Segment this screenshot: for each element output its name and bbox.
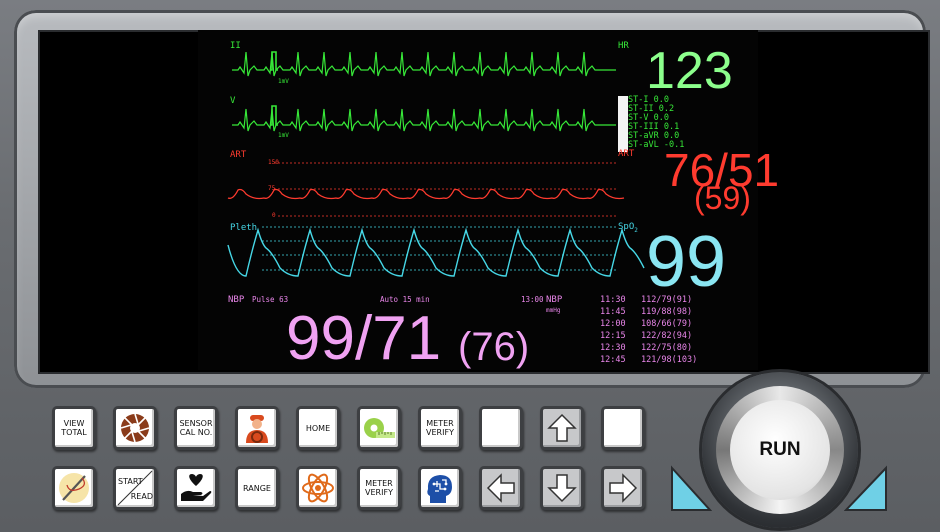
ecg-lead-ii-trace: [232, 51, 616, 77]
meter-verify-button-2[interactable]: METER VERIFY: [357, 466, 401, 510]
art-grid-75: 75: [268, 185, 276, 192]
aperture-button[interactable]: [113, 406, 157, 450]
nbp-trend-row: 12:15 122/82(94): [600, 331, 693, 341]
nbp-time: 13:00: [521, 295, 544, 304]
home-button[interactable]: HOME: [296, 406, 340, 450]
ecg-lead-v-trace: [232, 108, 616, 132]
nbp-mean: (76): [458, 325, 530, 369]
range-button[interactable]: RANGE: [235, 466, 279, 510]
hr-label: HR: [618, 41, 629, 51]
arrow-down-icon: [547, 474, 577, 503]
home-label: HOME: [305, 423, 331, 433]
spo2-value: 99: [646, 222, 727, 302]
camera-aperture-icon: [120, 413, 150, 443]
run-label: RUN: [759, 439, 801, 460]
start-read-button[interactable]: START READ: [113, 466, 157, 510]
patient-monitor-display: II 1mV V 1mV ART 150 75 0 Pleth HR 123 S…: [198, 30, 779, 373]
start-read-divider: [117, 470, 153, 506]
right-arrow-button[interactable]: [601, 466, 645, 510]
brain-head-icon: [427, 475, 452, 503]
nbp-label: NBP: [228, 295, 245, 305]
ecg-lead-ii-scale: 1mV: [278, 78, 289, 85]
heart-hand-icon: [181, 474, 212, 501]
meter-verify-button-1[interactable]: METER VERIFY: [418, 406, 462, 450]
nbp-mode: Auto 15 min: [380, 295, 430, 304]
meter-verify-label: METER VERIFY: [426, 419, 454, 437]
view-total-button[interactable]: VIEW TOTAL: [52, 406, 96, 450]
down-arrow-button[interactable]: [540, 466, 584, 510]
art-numeric-label: ART: [618, 149, 635, 159]
run-button[interactable]: RUN: [730, 400, 830, 500]
blank-button-1[interactable]: [479, 406, 523, 450]
art-trace: [227, 188, 625, 200]
arrow-left-icon: [486, 473, 515, 503]
ecg-lead-v-scale: 1mV: [278, 132, 289, 139]
hr-value: 123: [646, 42, 733, 100]
nbp-trend-row: 12:45 121/98(103): [600, 355, 698, 365]
art-mean: (59): [694, 180, 751, 216]
nbp-unit: mmHg: [546, 307, 561, 314]
art-wave-label: ART: [230, 150, 247, 160]
left-arrow-button[interactable]: [479, 466, 523, 510]
st-indicator-bar: [618, 96, 628, 152]
read-label: READ: [130, 492, 153, 501]
tape-measure-button[interactable]: [357, 406, 401, 450]
run-dial[interactable]: RUN: [702, 372, 858, 528]
sensor-cal-button[interactable]: SENSOR CAL NO.: [174, 406, 218, 450]
needle-button[interactable]: [52, 466, 96, 510]
nbp-pulse: Pulse 63: [252, 295, 289, 304]
brain-button[interactable]: [418, 466, 462, 510]
atom-icon: [302, 473, 334, 503]
ecg-lead-v-label: V: [230, 96, 236, 106]
ecg-lead-ii-label: II: [230, 41, 241, 51]
needle-thread-icon: [59, 473, 89, 503]
pleth-trace: [227, 227, 645, 277]
up-arrow-button[interactable]: [540, 406, 584, 450]
device-body: II 1mV V 1mV ART 150 75 0 Pleth HR 123 S…: [0, 0, 940, 532]
arrow-right-icon: [609, 473, 638, 503]
tape-measure-icon: [364, 418, 395, 438]
worker-button[interactable]: [235, 406, 279, 450]
heart-hand-button[interactable]: [174, 466, 218, 510]
art-grid-0: 0: [272, 212, 276, 219]
art-grid-150: 150: [268, 159, 279, 166]
run-dial-ring: RUN: [716, 386, 844, 514]
spo2-label: SpO2: [618, 222, 638, 234]
sensor-cal-label: SENSOR CAL NO.: [179, 419, 213, 437]
nbp-trend-row: 12:30 122/75(80): [600, 343, 693, 353]
worker-icon: [246, 415, 268, 443]
arrow-up-icon: [547, 413, 577, 442]
nbp-trend-row: 12:00 108/66(79): [600, 319, 693, 329]
meter-verify-label: METER VERIFY: [365, 479, 393, 497]
start-label: START: [118, 477, 143, 486]
view-total-label: VIEW TOTAL: [61, 419, 87, 437]
nbp-value: 99/71: [286, 304, 442, 373]
nbp-trend-row: 11:45 119/88(98): [600, 307, 693, 317]
atom-button[interactable]: [296, 466, 340, 510]
range-label: RANGE: [243, 483, 271, 493]
pleth-wave-label: Pleth: [230, 223, 258, 233]
nbp-trend-label: NBP: [546, 295, 563, 305]
nbp-trend-row: 11:30 112/79(91): [600, 295, 693, 305]
blank-button-2[interactable]: [601, 406, 645, 450]
